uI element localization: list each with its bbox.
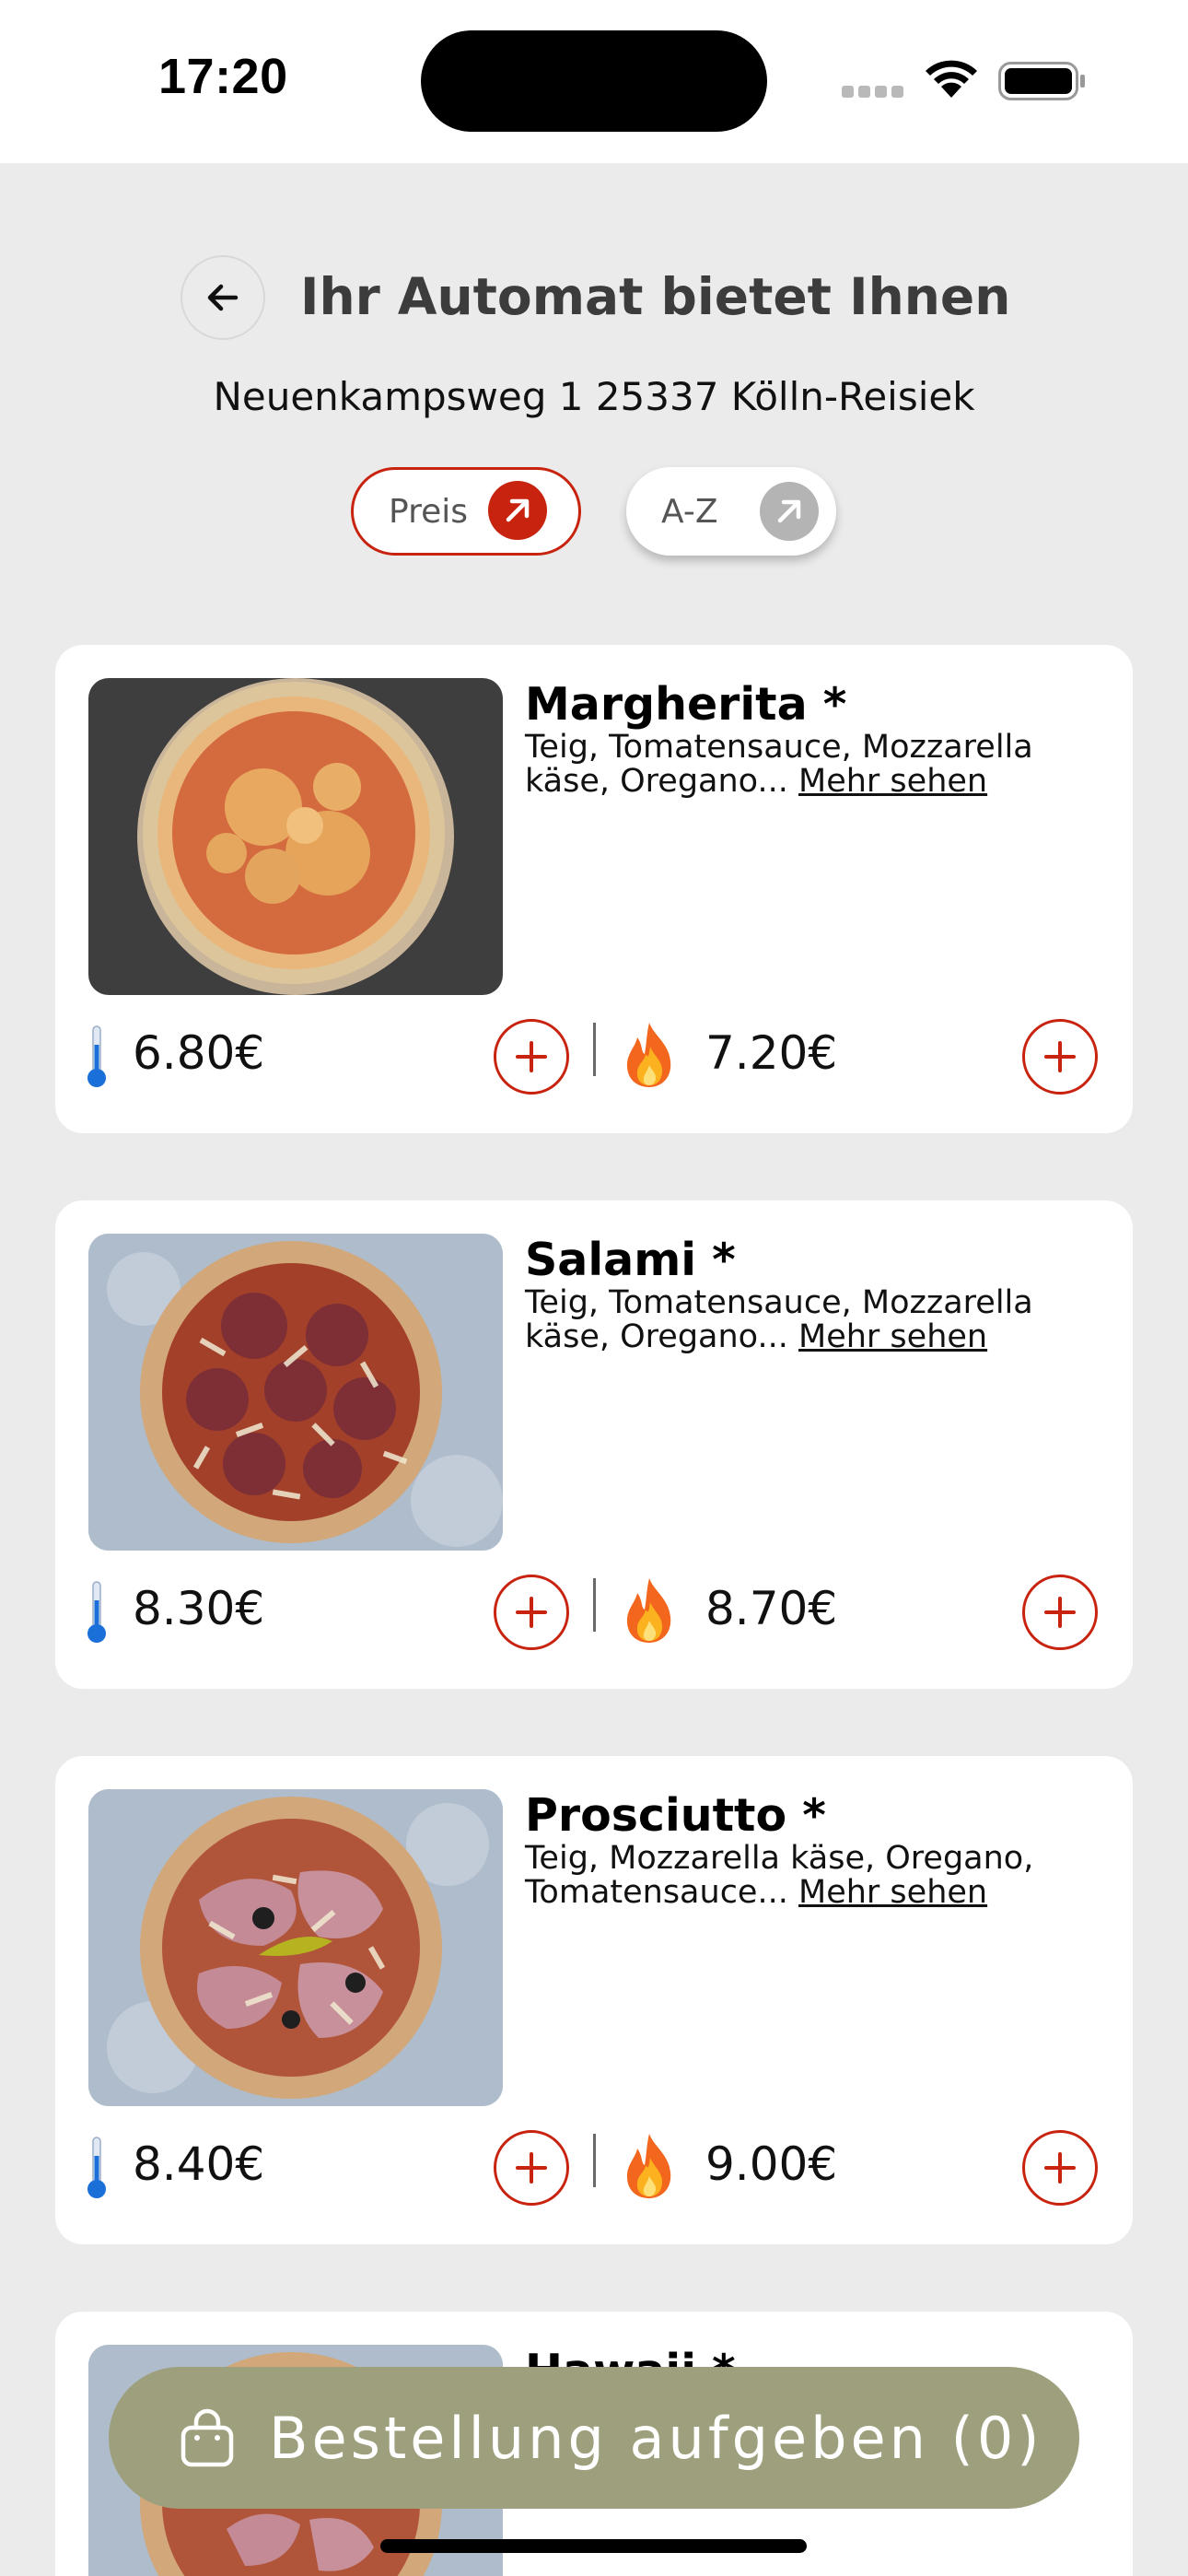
price-divider [593, 2134, 596, 2187]
product-name: Salami * [525, 1234, 736, 1286]
plus-icon [1044, 1041, 1076, 1072]
product-image-salami [88, 1234, 503, 1551]
back-button[interactable] [181, 255, 265, 340]
place-order-label: Bestellung aufgeben (0) [269, 2404, 1043, 2472]
dynamic-island [421, 30, 767, 132]
cellular-signal-icon [842, 86, 904, 99]
product-description: Teig, Mozzarella käse, Oregano, Tomatens… [525, 1842, 1096, 1910]
hot-price: 8.70€ [705, 1582, 838, 1635]
place-order-button[interactable]: Bestellung aufgeben (0) [109, 2367, 1079, 2509]
see-more-link[interactable]: Mehr sehen [798, 763, 987, 800]
plus-icon [1044, 1597, 1076, 1628]
thermometer-icon [87, 1025, 106, 1087]
add-cold-button[interactable] [494, 2130, 569, 2206]
add-cold-button[interactable] [494, 1575, 569, 1650]
product-image-margherita [88, 678, 503, 995]
product-image-prosciutto [88, 1789, 503, 2106]
page-title: Ihr Automat bietet Ihnen [300, 267, 1011, 326]
flame-icon [626, 1578, 671, 1643]
cold-price: 6.80€ [133, 1026, 265, 1080]
add-hot-button[interactable] [1022, 1575, 1098, 1650]
cold-price: 8.30€ [133, 1582, 265, 1635]
wifi-icon [926, 60, 977, 98]
status-time: 17:20 [158, 49, 288, 104]
add-hot-button[interactable] [1022, 1019, 1098, 1095]
product-name: Margherita * [525, 678, 847, 731]
status-bar: 17:20 [0, 0, 1188, 163]
plus-icon [1044, 2152, 1076, 2184]
flame-icon [626, 2134, 671, 2198]
hot-price: 7.20€ [705, 1026, 838, 1080]
plus-icon [516, 1597, 547, 1628]
thermometer-icon [87, 1581, 106, 1643]
product-description: Teig, Tomatensauce, Mozzarella käse, Ore… [525, 1286, 1096, 1354]
sort-alphabetical-button[interactable]: A-Z [626, 467, 836, 556]
sort-price-label: Preis [389, 492, 468, 531]
price-row: 6.80€ 7.20€ [55, 1013, 1133, 1124]
product-card[interactable]: Margherita * Teig, Tomatensauce, Mozzare… [55, 645, 1133, 1133]
plus-icon [516, 2152, 547, 2184]
shopping-bag-icon [181, 2408, 234, 2467]
hot-price: 9.00€ [705, 2137, 838, 2191]
add-cold-button[interactable] [494, 1019, 569, 1095]
cold-price: 8.40€ [133, 2137, 265, 2191]
product-name: Prosciutto * [525, 1789, 826, 1842]
see-more-link[interactable]: Mehr sehen [798, 1318, 987, 1355]
battery-icon [998, 62, 1085, 100]
vending-machine-address: Neuenkampsweg 1 25337 Kölln-Reisiek [213, 374, 975, 419]
arrow-up-right-icon [488, 481, 547, 540]
add-hot-button[interactable] [1022, 2130, 1098, 2206]
product-description: Teig, Tomatensauce, Mozzarella käse, Ore… [525, 731, 1096, 799]
plus-icon [516, 1041, 547, 1072]
price-row: 8.30€ 8.70€ [55, 1569, 1133, 1680]
see-more-link[interactable]: Mehr sehen [798, 1874, 987, 1911]
price-divider [593, 1023, 596, 1076]
sort-by-price-button[interactable]: Preis [351, 467, 581, 556]
arrow-up-right-icon [760, 482, 819, 541]
price-divider [593, 1578, 596, 1632]
flame-icon [626, 1023, 671, 1087]
sort-az-label: A-Z [661, 492, 718, 531]
product-card[interactable]: Prosciutto * Teig, Mozzarella käse, Oreg… [55, 1756, 1133, 2244]
price-row: 8.40€ 9.00€ [55, 2125, 1133, 2235]
home-indicator [380, 2539, 807, 2553]
thermometer-icon [87, 2137, 106, 2198]
arrow-left-icon [207, 284, 239, 311]
product-card[interactable]: Salami * Teig, Tomatensauce, Mozzarella … [55, 1200, 1133, 1689]
